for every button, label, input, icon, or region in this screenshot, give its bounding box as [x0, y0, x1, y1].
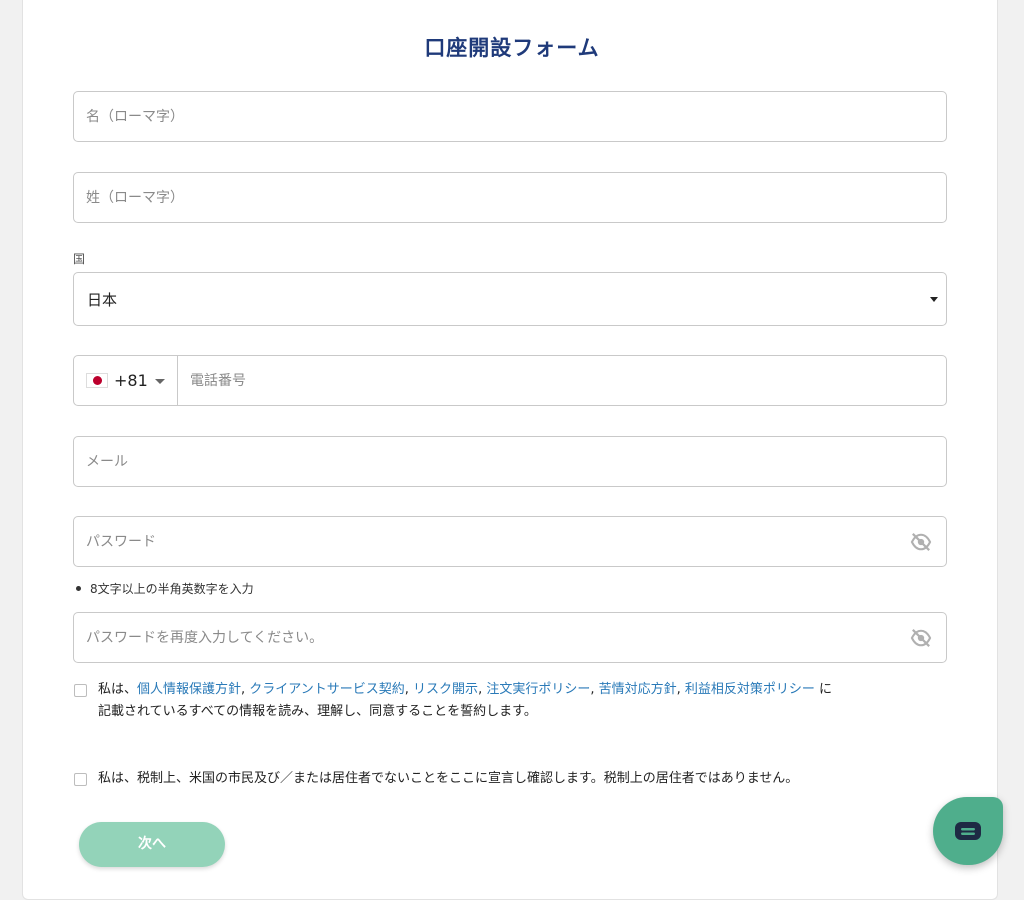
country-code-selector[interactable]: +81: [74, 356, 178, 405]
chevron-down-icon: [930, 297, 938, 302]
consent-checkbox[interactable]: [74, 684, 87, 697]
next-button[interactable]: 次へ: [79, 822, 225, 867]
risk-disclosure-link[interactable]: リスク開示: [413, 682, 478, 697]
client-agreement-link[interactable]: クライアントサービス契約: [249, 682, 404, 697]
email-input[interactable]: [74, 437, 946, 486]
password-confirm-input[interactable]: [74, 613, 946, 662]
complaints-policy-link[interactable]: 苦情対応方針: [599, 682, 677, 697]
japan-flag-icon: [86, 373, 108, 388]
chat-button[interactable]: [933, 797, 1003, 865]
phone-field[interactable]: +81: [73, 355, 948, 406]
country-label: 国: [73, 252, 86, 266]
first-name-input[interactable]: [74, 92, 946, 141]
chat-icon: [955, 822, 981, 840]
privacy-policy-link[interactable]: 個人情報保護方針: [137, 682, 241, 697]
tax-declaration-checkbox[interactable]: [74, 773, 87, 786]
dial-code: +81: [114, 371, 148, 390]
phone-input[interactable]: [178, 356, 948, 405]
email-field[interactable]: [73, 436, 947, 487]
conflict-of-interest-policy-link[interactable]: 利益相反対策ポリシー: [685, 682, 815, 697]
country-select[interactable]: 日本: [73, 272, 947, 326]
last-name-input[interactable]: [74, 173, 946, 222]
consent-text: 私は、個人情報保護方針, クライアントサービス契約, リスク開示, 注文実行ポリ…: [98, 682, 833, 719]
password-field[interactable]: [73, 516, 947, 567]
eye-off-icon[interactable]: [910, 532, 932, 552]
last-name-field[interactable]: [73, 172, 947, 223]
chevron-down-icon: [155, 379, 165, 384]
password-hint: 8文字以上の半角英数字を入力: [76, 580, 254, 597]
tax-declaration-text: 私は、税制上、米国の市民及び／または居住者でないことをここに宣言し確認します。税…: [98, 771, 799, 786]
eye-off-icon[interactable]: [910, 628, 932, 648]
page-title: 口座開設フォーム: [424, 36, 600, 60]
password-input[interactable]: [74, 517, 946, 566]
first-name-field[interactable]: [73, 91, 947, 142]
country-value: 日本: [87, 291, 118, 309]
order-execution-policy-link[interactable]: 注文実行ポリシー: [486, 682, 590, 697]
password-confirm-field[interactable]: [73, 612, 947, 663]
